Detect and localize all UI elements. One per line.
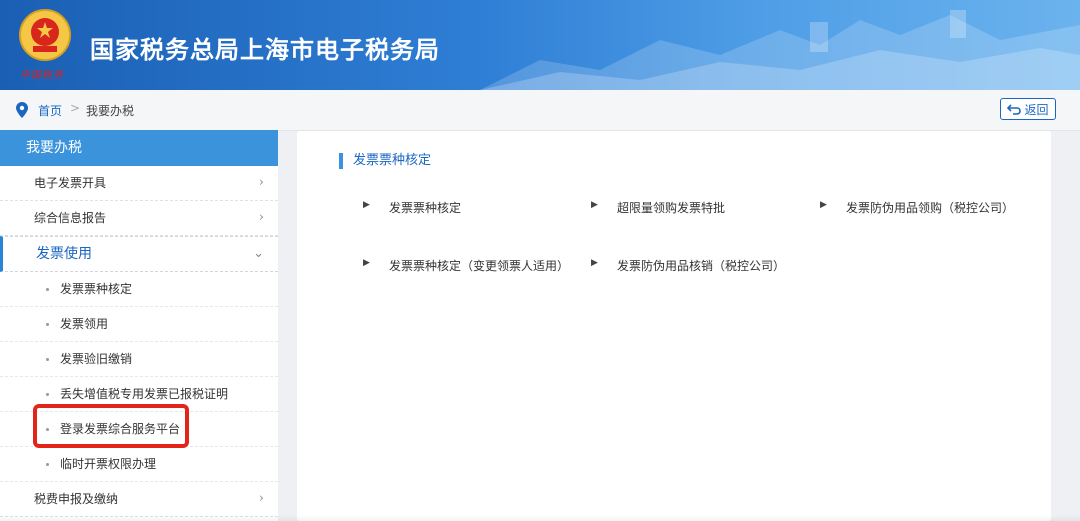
sidebar-subitem[interactable]: 发票领用: [0, 307, 278, 342]
sidebar-item-tax-filing[interactable]: 税费申报及缴纳 ›: [0, 482, 278, 517]
back-button[interactable]: 返回: [1000, 98, 1056, 120]
sidebar-subitem[interactable]: 临时开票权限办理: [0, 447, 278, 482]
arrow-bullet-icon: ▶: [363, 200, 370, 210]
service-link-label: 发票票种核定: [389, 201, 462, 215]
service-link-label: 超限量领购发票特批: [617, 201, 726, 215]
service-link-label: 发票票种核定（变更领票人适用）: [389, 259, 570, 273]
chevron-right-icon: ›: [258, 210, 264, 225]
sidebar-item-label: 税费申报及缴纳: [34, 492, 119, 506]
tax-emblem-icon: [19, 9, 71, 61]
emblem-caption: 中国税务: [20, 70, 64, 81]
service-link[interactable]: ▶ 发票防伪用品领购（税控公司）: [820, 199, 1014, 216]
sidebar-item-info-report[interactable]: 综合信息报告 ›: [0, 201, 278, 236]
breadcrumb-home-link[interactable]: 首页: [38, 102, 62, 119]
service-link[interactable]: ▶ 发票票种核定: [363, 199, 461, 216]
chevron-down-icon: ⌄: [253, 246, 264, 261]
sidebar-heading: 我要办税: [0, 130, 278, 166]
site-header: 中国税务 国家税务总局上海市电子税务局: [0, 0, 1080, 90]
sidebar-subitem[interactable]: 发票验旧缴销: [0, 342, 278, 377]
main-panel: 发票票种核定 ▶ 发票票种核定 ▶ 超限量领购发票特批 ▶ 发票防伪用品领购（税…: [297, 131, 1051, 521]
site-title: 国家税务总局上海市电子税务局: [90, 36, 440, 64]
highlight-annotation: [33, 404, 189, 448]
section-title: 发票票种核定: [339, 153, 431, 169]
service-link[interactable]: ▶ 发票防伪用品核销（税控公司）: [591, 257, 785, 274]
sidebar-item-label: 发票使用: [36, 246, 92, 262]
sidebar-item-label: 电子发票开具: [34, 176, 107, 190]
service-link-label: 发票防伪用品核销（税控公司）: [617, 259, 786, 273]
arrow-bullet-icon: ▶: [363, 258, 370, 268]
arrow-bullet-icon: ▶: [820, 200, 827, 210]
return-arrow-icon: [1007, 104, 1022, 115]
sidebar-item-label: 综合信息报告: [34, 211, 107, 225]
back-button-label: 返回: [1024, 102, 1049, 117]
great-wall-decoration: [480, 10, 1080, 90]
bottom-shadow: [0, 515, 1080, 521]
sidebar-subitem[interactable]: 发票票种核定: [0, 272, 278, 307]
arrow-bullet-icon: ▶: [591, 200, 598, 210]
service-link[interactable]: ▶ 发票票种核定（变更领票人适用）: [363, 257, 569, 274]
sidebar: 我要办税 电子发票开具 › 综合信息报告 › 发票使用 ⌄ 发票票种核定 发票领…: [0, 130, 278, 521]
breadcrumb-current: 我要办税: [86, 104, 135, 118]
breadcrumb: 首页 > 我要办税 返回: [0, 90, 1080, 131]
service-link[interactable]: ▶ 超限量领购发票特批: [591, 199, 725, 216]
sidebar-item-invoice-use[interactable]: 发票使用 ⌄: [0, 236, 278, 272]
chevron-right-icon: ›: [258, 491, 264, 506]
chevron-right-icon: ›: [258, 175, 264, 190]
arrow-bullet-icon: ▶: [591, 258, 598, 268]
location-pin-icon: [16, 102, 28, 118]
service-link-label: 发票防伪用品领购（税控公司）: [846, 201, 1015, 215]
breadcrumb-separator: >: [70, 101, 81, 115]
sidebar-item-e-invoice[interactable]: 电子发票开具 ›: [0, 166, 278, 201]
